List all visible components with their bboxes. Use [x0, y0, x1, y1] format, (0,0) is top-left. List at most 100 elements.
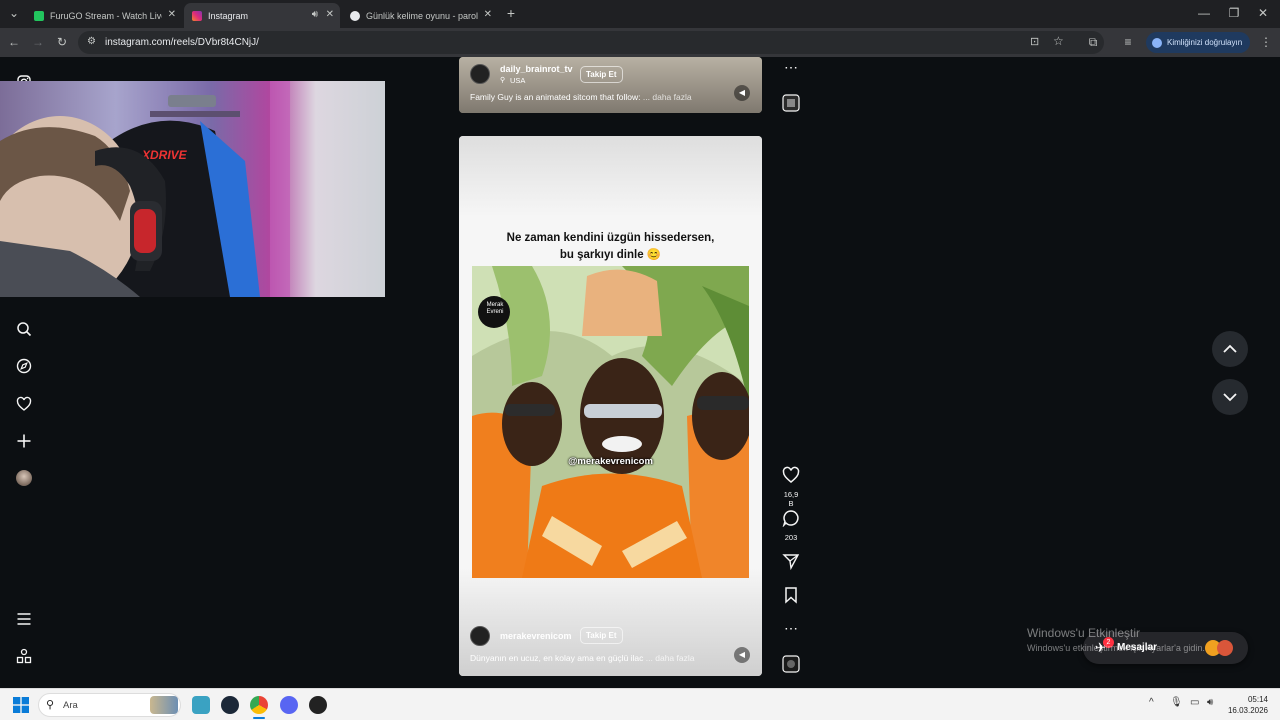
reel-top-username[interactable]: daily_brainrot_tv	[500, 64, 573, 74]
clock-time: 05:14	[1247, 695, 1268, 704]
taskbar-app-steam[interactable]	[221, 696, 239, 714]
address-bar[interactable]: ⚙ instagram.com/reels/DVbr8t4CNjJ/ ⊡ ☆	[78, 31, 1104, 54]
more-link[interactable]: ... daha fazla	[643, 92, 692, 102]
chrome-active-indicator	[253, 717, 265, 719]
tray-overflow-icon[interactable]: ^	[1149, 697, 1154, 708]
windows-start-icon[interactable]	[13, 697, 29, 713]
instagram-favicon-icon	[192, 10, 202, 21]
new-tab-button[interactable]: +	[503, 5, 519, 21]
comment-bubble-icon[interactable]	[782, 509, 800, 528]
reel-top-follow-button[interactable]: Takip Et	[580, 66, 623, 83]
tab-title: Instagram	[208, 10, 249, 21]
taskbar-app-chrome[interactable]	[250, 696, 268, 714]
menu-kebab-icon[interactable]: ⋮	[1258, 34, 1274, 50]
comment-count: 203	[784, 533, 798, 542]
like-heart-icon[interactable]	[782, 466, 800, 484]
windows-taskbar: ⚲ Ara ^ 🎙︎ ▭ 🔊︎ 05:14 16.03.2026	[0, 688, 1280, 720]
windows-activation-title: Windows'u Etkinleştir	[1027, 626, 1140, 640]
caption-text: Dünyanın en ucuz, en kolay ama en güçlü …	[470, 653, 644, 663]
next-reel-button[interactable]	[1212, 379, 1248, 415]
site-info-icon[interactable]: ⚙	[87, 36, 96, 47]
windows-activation-subtitle: Windows'u etkinleştirmek için Ayarlar'a …	[1027, 643, 1205, 653]
clock-date: 16.03.2026	[1227, 706, 1268, 715]
reload-icon[interactable]: ↻	[54, 34, 70, 50]
browser-tab-bar: ⌄ FuruGO Stream - Watch Live on ✕ Instag…	[0, 0, 1280, 28]
profile-avatar[interactable]	[16, 470, 32, 486]
network-icon[interactable]: ▭	[1190, 697, 1199, 708]
reel-main-follow-button[interactable]: Takip Et	[580, 627, 623, 644]
tab-title: FuruGO Stream - Watch Live on	[50, 10, 162, 21]
search-icon[interactable]	[16, 321, 32, 337]
tab-search-icon[interactable]: ⌄	[6, 5, 22, 21]
close-tab-icon[interactable]: ✕	[326, 9, 334, 20]
share-send-icon[interactable]	[782, 552, 800, 571]
profile-icon	[1152, 37, 1162, 48]
extensions-icon[interactable]: ⧉	[1085, 34, 1101, 50]
location-pin-icon: ⚲	[500, 77, 506, 84]
reel-more-icon[interactable]: ⋯	[781, 620, 801, 637]
like-action[interactable]: 16,9 B	[781, 466, 801, 508]
more-menu-icon[interactable]	[16, 611, 32, 627]
reel-main-username[interactable]: merakevrenicom	[500, 631, 572, 641]
taskbar-clock[interactable]: 05:14 16.03.2026	[1222, 694, 1268, 716]
bookmark-star-icon[interactable]: ☆	[1053, 34, 1064, 48]
volume-icon[interactable]: 🔊︎	[1207, 697, 1213, 708]
also-from-meta-icon[interactable]	[16, 648, 32, 664]
webcam-overlay: XDRIVE	[0, 81, 385, 297]
reel-main-caption[interactable]: Dünyanın en ucuz, en kolay ama en güçlü …	[470, 653, 694, 663]
create-plus-icon[interactable]	[16, 433, 32, 449]
notifications-heart-icon[interactable]	[16, 396, 32, 412]
taskbar-app-copilot[interactable]	[192, 696, 210, 714]
reel-top-more-icon[interactable]: ⋯	[781, 59, 801, 76]
logo-text-2: Evreni	[486, 309, 504, 315]
tab-parolla[interactable]: Günlük kelime oyunu - parolla ✕	[342, 3, 498, 28]
install-app-icon[interactable]: ⊡	[1030, 35, 1039, 48]
verify-identity-button[interactable]: Kimliğinizi doğrulayın	[1146, 32, 1250, 53]
reading-list-icon[interactable]: ≡	[1120, 34, 1136, 50]
previous-reel-button[interactable]	[1212, 331, 1248, 367]
search-placeholder: Ara	[63, 700, 78, 711]
merak-evreni-logo: Merak Evreni	[482, 302, 508, 316]
tab-title: Günlük kelime oyunu - parolla	[366, 10, 478, 21]
reel-overlay-text: Ne zaman kendini üzgün hissedersen, bu ş…	[459, 230, 762, 264]
back-icon[interactable]: ←	[6, 34, 22, 50]
search-highlight-image	[150, 696, 178, 714]
tab-instagram[interactable]: Instagram 🔊︎ ✕	[184, 3, 340, 28]
reel-top-audio-thumb[interactable]	[781, 94, 801, 117]
forward-icon[interactable]: →	[30, 34, 46, 50]
mute-icon[interactable]: ◀︎	[734, 85, 750, 101]
explore-icon[interactable]	[16, 358, 32, 374]
taskbar-app-other[interactable]	[309, 696, 327, 714]
reel-card-top[interactable]: daily_brainrot_tv ⚲ USA Takip Et Family …	[459, 57, 762, 113]
reel-top-avatar[interactable]	[470, 64, 490, 84]
speaker-icon[interactable]: 🔊︎	[312, 9, 318, 20]
reel-video-frame[interactable]: Merak Evreni @merakevrenicom	[472, 266, 749, 578]
messages-avatar-2	[1217, 640, 1233, 656]
taskbar-search[interactable]: ⚲ Ara	[38, 693, 181, 717]
close-tab-icon[interactable]: ✕	[484, 9, 492, 20]
close-window-icon[interactable]: ✕	[1255, 5, 1271, 21]
taskbar-app-discord[interactable]	[280, 696, 298, 714]
furugo-favicon-icon	[34, 10, 44, 21]
minimize-icon[interactable]: —	[1196, 5, 1212, 21]
more-link[interactable]: ... daha fazla	[646, 653, 695, 663]
reel-card-main[interactable]: Ne zaman kendini üzgün hissedersen, bu ş…	[459, 136, 762, 676]
share-action[interactable]	[781, 552, 801, 575]
microphone-icon[interactable]: 🎙︎	[1170, 697, 1183, 708]
comment-action[interactable]: 203	[781, 509, 801, 542]
logo-text-1: Merak	[486, 302, 504, 308]
mute-icon[interactable]: ◀︎	[734, 647, 750, 663]
chevron-down-icon	[1223, 393, 1237, 402]
reel-top-location: USA	[510, 76, 526, 85]
bookmark-icon[interactable]	[782, 586, 800, 604]
reel-top-caption[interactable]: Family Guy is an animated sitcom that fo…	[470, 92, 692, 102]
reel-audio-thumb[interactable]	[781, 655, 801, 678]
close-tab-icon[interactable]: ✕	[168, 9, 176, 20]
reel-main-avatar[interactable]	[470, 626, 490, 646]
tab-furugo[interactable]: FuruGO Stream - Watch Live on ✕	[26, 3, 182, 28]
save-action[interactable]	[781, 586, 801, 609]
webcam-scene: XDRIVE	[0, 81, 385, 297]
maximize-icon[interactable]: ❐	[1226, 5, 1242, 21]
overlay-line-1: Ne zaman kendini üzgün hissedersen,	[506, 232, 715, 244]
video-watermark-handle: @merakevrenicom	[568, 456, 653, 467]
